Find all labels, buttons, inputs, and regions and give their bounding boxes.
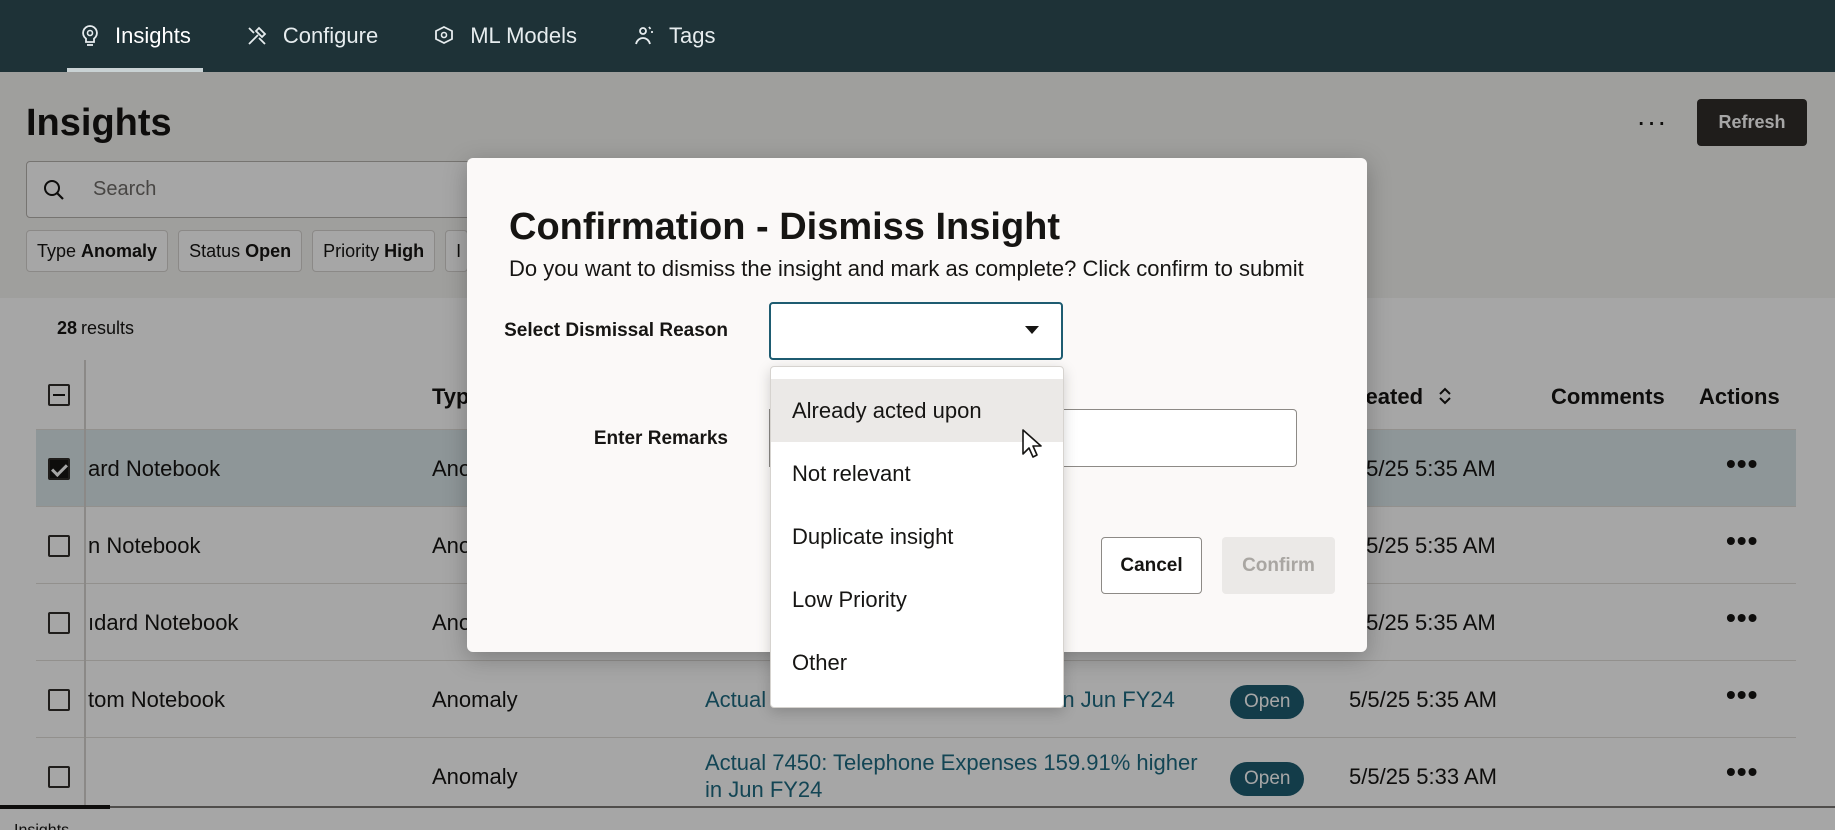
top-navigation: Insights Configure ML Models Tags <box>0 0 1835 72</box>
tab-ml-models[interactable]: ML Models <box>420 0 589 72</box>
remarks-field[interactable] <box>1063 409 1297 467</box>
option-other[interactable]: Other <box>771 631 1063 694</box>
option-not-relevant[interactable]: Not relevant <box>771 442 1063 505</box>
tab-label: Insights <box>115 23 191 48</box>
cancel-button[interactable]: Cancel <box>1101 537 1202 594</box>
ml-models-icon <box>435 25 454 45</box>
tab-insights[interactable]: Insights <box>67 0 203 72</box>
remarks-label: Enter Remarks <box>593 428 728 449</box>
dialog-title: Confirmation - Dismiss Insight <box>509 206 1061 248</box>
tab-label: Configure <box>282 23 379 48</box>
tab-label: Tags <box>669 23 716 48</box>
dialog-description: Do you want to dismiss the insight and m… <box>509 256 1304 281</box>
tab-configure[interactable]: Configure <box>233 0 390 72</box>
tab-label: ML Models <box>470 23 577 48</box>
chevron-down-icon <box>1025 326 1039 334</box>
dismissal-reason-select[interactable] <box>769 302 1063 360</box>
insights-icon <box>82 25 98 46</box>
tags-icon <box>635 26 653 45</box>
tools-icon <box>248 26 267 45</box>
dismissal-reason-dropdown: Already acted upon Not relevant Duplicat… <box>770 366 1064 708</box>
confirm-button[interactable]: Confirm <box>1222 537 1335 594</box>
tab-tags[interactable]: Tags <box>619 0 727 72</box>
dismissal-reason-label: Select Dismissal Reason <box>504 320 728 341</box>
option-low-priority[interactable]: Low Priority <box>771 568 1063 631</box>
mouse-cursor-icon <box>1022 429 1042 458</box>
option-already-acted-upon[interactable]: Already acted upon <box>771 379 1063 442</box>
option-duplicate-insight[interactable]: Duplicate insight <box>771 505 1063 568</box>
